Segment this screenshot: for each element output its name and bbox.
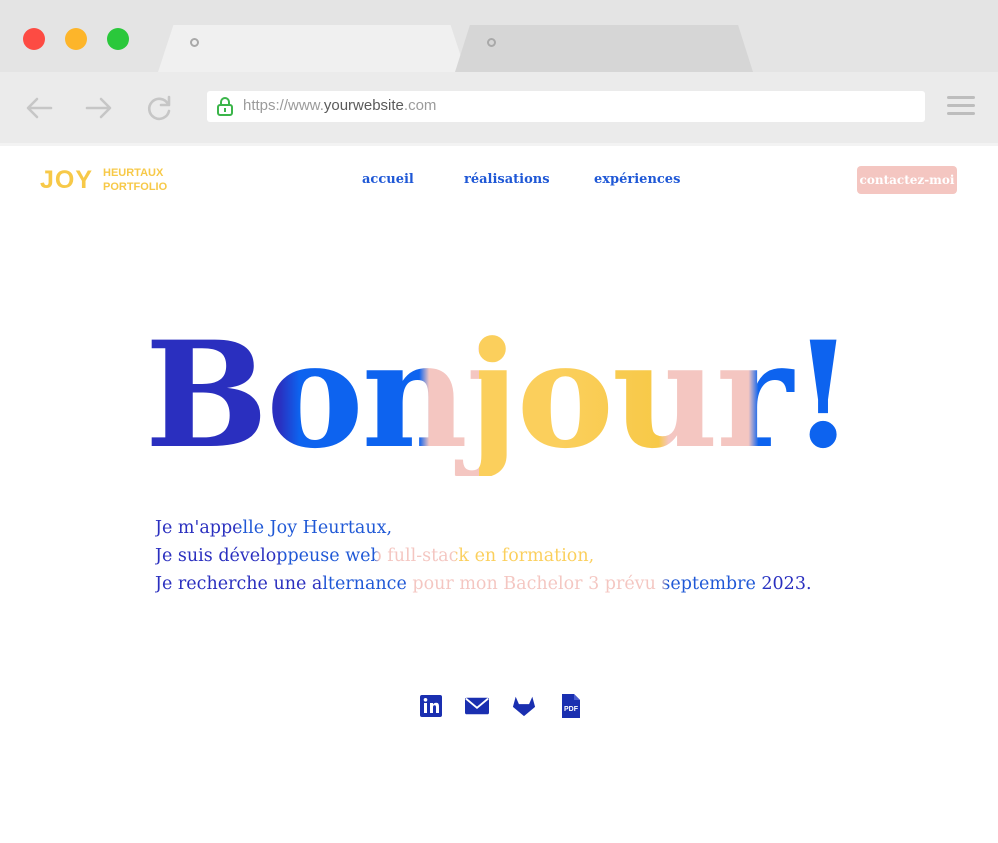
url-host: yourwebsite	[323, 97, 404, 114]
url-suffix: .com	[403, 97, 437, 114]
linkedin-icon[interactable]	[419, 693, 443, 719]
close-window-button[interactable]	[23, 28, 45, 50]
url-prefix: https://www.	[243, 97, 324, 114]
url-text: https://www.yourwebsite.com	[243, 97, 436, 114]
intro-line-1: Je m'appelle Joy Heurtaux,	[155, 514, 392, 542]
tab-favicon-icon	[190, 38, 199, 47]
logo-line2: PORTFOLIO	[103, 181, 168, 193]
nav-link-experiences[interactable]: expériences	[594, 172, 680, 187]
browser-toolbar: https://www.yourwebsite.com	[0, 72, 998, 143]
address-bar[interactable]: https://www.yourwebsite.com	[207, 91, 925, 122]
gitlab-icon[interactable]	[512, 693, 536, 719]
hero-title: Bonjour!	[0, 316, 998, 476]
tab-favicon-icon	[487, 38, 496, 47]
pdf-label: PDF	[564, 706, 579, 713]
mail-icon[interactable]	[465, 693, 489, 719]
tab-inactive[interactable]	[455, 25, 753, 72]
page-content: JOY HEURTAUX PORTFOLIO accueil réalisati…	[0, 146, 998, 843]
pdf-icon[interactable]: PDF	[559, 693, 583, 719]
contact-button[interactable]: contactez-moi	[857, 166, 957, 194]
lock-icon	[217, 97, 233, 116]
forward-arrow-icon[interactable]	[83, 92, 115, 124]
browser-chrome: https://www.yourwebsite.com	[0, 0, 998, 143]
maximize-window-button[interactable]	[107, 28, 129, 50]
nav-link-accueil[interactable]: accueil	[362, 172, 414, 187]
intro-text: Je m'appelle Joy Heurtaux, Je suis dével…	[155, 514, 855, 598]
reload-icon[interactable]	[143, 92, 175, 124]
hamburger-menu-icon[interactable]	[947, 96, 975, 118]
intro-line-2: Je suis développeuse web full-stack en f…	[155, 542, 594, 570]
logo-line1: HEURTAUX	[103, 167, 164, 179]
tab-active[interactable]	[158, 25, 466, 72]
tab-strip	[0, 0, 998, 72]
back-arrow-icon[interactable]	[23, 92, 55, 124]
logo-name: JOY	[40, 166, 94, 194]
minimize-window-button[interactable]	[65, 28, 87, 50]
intro-line-3: Je recherche une alternance pour mon Bac…	[155, 570, 812, 598]
nav-link-realisations[interactable]: réalisations	[464, 172, 550, 187]
logo-subtitle: HEURTAUX PORTFOLIO	[103, 166, 167, 194]
